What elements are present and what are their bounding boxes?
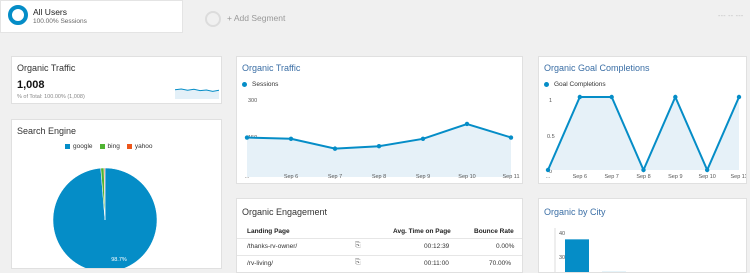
segment-ring-icon [8, 5, 28, 25]
segment-name: All Users [33, 7, 68, 17]
add-segment-button[interactable]: + Add Segment [227, 13, 285, 23]
city-bar [565, 239, 589, 272]
organic-traffic-summary-card: Organic Traffic 1,008 % of Total: 100.00… [11, 56, 222, 104]
y-tick-label: 300 [248, 98, 257, 104]
goal-area [548, 97, 739, 170]
legend-label-yahoo: yahoo [134, 143, 153, 150]
data-point [609, 94, 614, 100]
card-title: Organic Engagement [242, 207, 328, 217]
x-tick-label: Sep 10 [698, 174, 715, 180]
data-point [641, 167, 646, 173]
divider [237, 255, 522, 256]
y-tick-label: 40 [559, 231, 565, 237]
pie-legend: google bing yahoo [65, 143, 153, 150]
sessions-area [247, 124, 511, 177]
table-row-page[interactable]: /rv-living/ [247, 260, 273, 267]
x-tick-label: Sep 9 [416, 174, 430, 180]
legend-label-google: google [73, 143, 93, 150]
organic-traffic-sparkline [175, 88, 219, 99]
legend-label-bing: bing [107, 143, 120, 150]
organic-by-city-card: Organic by City 40 30 [538, 198, 747, 273]
col-header-bounce-rate[interactable]: Bounce Rate [474, 228, 514, 235]
segment-all-users[interactable]: All Users 100.00% Sessions [0, 0, 183, 33]
data-point [244, 135, 250, 140]
x-tick-label: Sep 8 [636, 174, 650, 180]
data-point [704, 167, 710, 173]
data-point [545, 167, 551, 173]
data-point [376, 143, 382, 149]
top-right-text: --- -- --- [718, 13, 744, 20]
legend-swatch-bing [99, 144, 105, 149]
x-tick-label: Sep 11 [730, 174, 747, 180]
card-title: Organic Traffic [17, 63, 76, 73]
y-tick-label: 1 [549, 98, 552, 104]
sparkline-area [175, 89, 219, 99]
x-tick-label: Sep 7 [328, 174, 342, 180]
city-bar-chart: 40 30 [554, 228, 626, 272]
link-out-icon[interactable]: ⎘ [355, 259, 361, 267]
table-row-time: 00:11:00 [424, 260, 449, 267]
data-point [288, 136, 294, 141]
segment-sub: 100.00% Sessions [33, 18, 87, 25]
link-out-icon[interactable]: ⎘ [355, 242, 361, 250]
y-tick-label: 30 [559, 255, 565, 261]
x-tick-label: Sep 10 [458, 174, 475, 180]
legend-swatch-google [65, 144, 70, 149]
organic-traffic-value: 1,008 [17, 79, 45, 91]
y-tick-label: 0.5 [547, 134, 555, 140]
table-row-bounce: 0.00% [496, 243, 515, 250]
x-tick-label: ... [546, 174, 551, 180]
pie-slice-label-google: 98.7% [111, 257, 127, 263]
x-tick-label: ... [245, 174, 250, 180]
x-tick-label: Sep 7 [604, 174, 618, 180]
x-tick-label: Sep 9 [668, 174, 682, 180]
x-tick-label: Sep 11 [502, 174, 519, 180]
table-row-page[interactable]: /thanks-rv-owner/ [247, 243, 297, 250]
goal-completions-line-chart: 1 0.5 0 ... Sep 6 Sep 7 Sep 8 Sep 9 Sep 10 Sep… [545, 94, 747, 180]
col-header-landing-page[interactable]: Landing Page [247, 228, 290, 235]
organic-traffic-chart-card: Organic Traffic Sessions 300 150 ...Sep … [236, 56, 523, 184]
search-engine-card: Search Engine google bing yahoo 98.7% [11, 119, 222, 269]
search-engine-pie: 98.7% [52, 167, 158, 268]
goal-completions-card: Organic Goal Completions Goal Completion… [538, 56, 747, 184]
table-row-bounce: 70.00% [489, 260, 512, 267]
x-tick-label: Sep 6 [284, 174, 298, 180]
x-tick-label: Sep 6 [573, 174, 587, 180]
organic-traffic-total: % of Total: 100.00% (1,008) [17, 94, 85, 100]
add-segment-icon[interactable] [205, 11, 221, 27]
table-row-time: 00:12:39 [424, 243, 450, 250]
data-point [464, 121, 470, 127]
data-point [332, 146, 338, 151]
organic-traffic-line-chart: 300 150 ...Sep 6Sep 7Sep 8Sep 9Sep 10Sep… [244, 98, 520, 180]
data-point [508, 135, 514, 140]
legend-swatch-yahoo [126, 144, 132, 149]
data-point [736, 94, 742, 100]
card-title: Search Engine [17, 126, 77, 136]
organic-engagement-card: Organic Engagement Landing Page Avg. Tim… [236, 198, 523, 273]
divider [237, 238, 522, 239]
data-point [420, 136, 426, 141]
data-point [577, 94, 583, 100]
col-header-avg-time[interactable]: Avg. Time on Page [393, 228, 451, 235]
x-tick-label: Sep 8 [372, 174, 386, 180]
data-point [673, 94, 678, 100]
